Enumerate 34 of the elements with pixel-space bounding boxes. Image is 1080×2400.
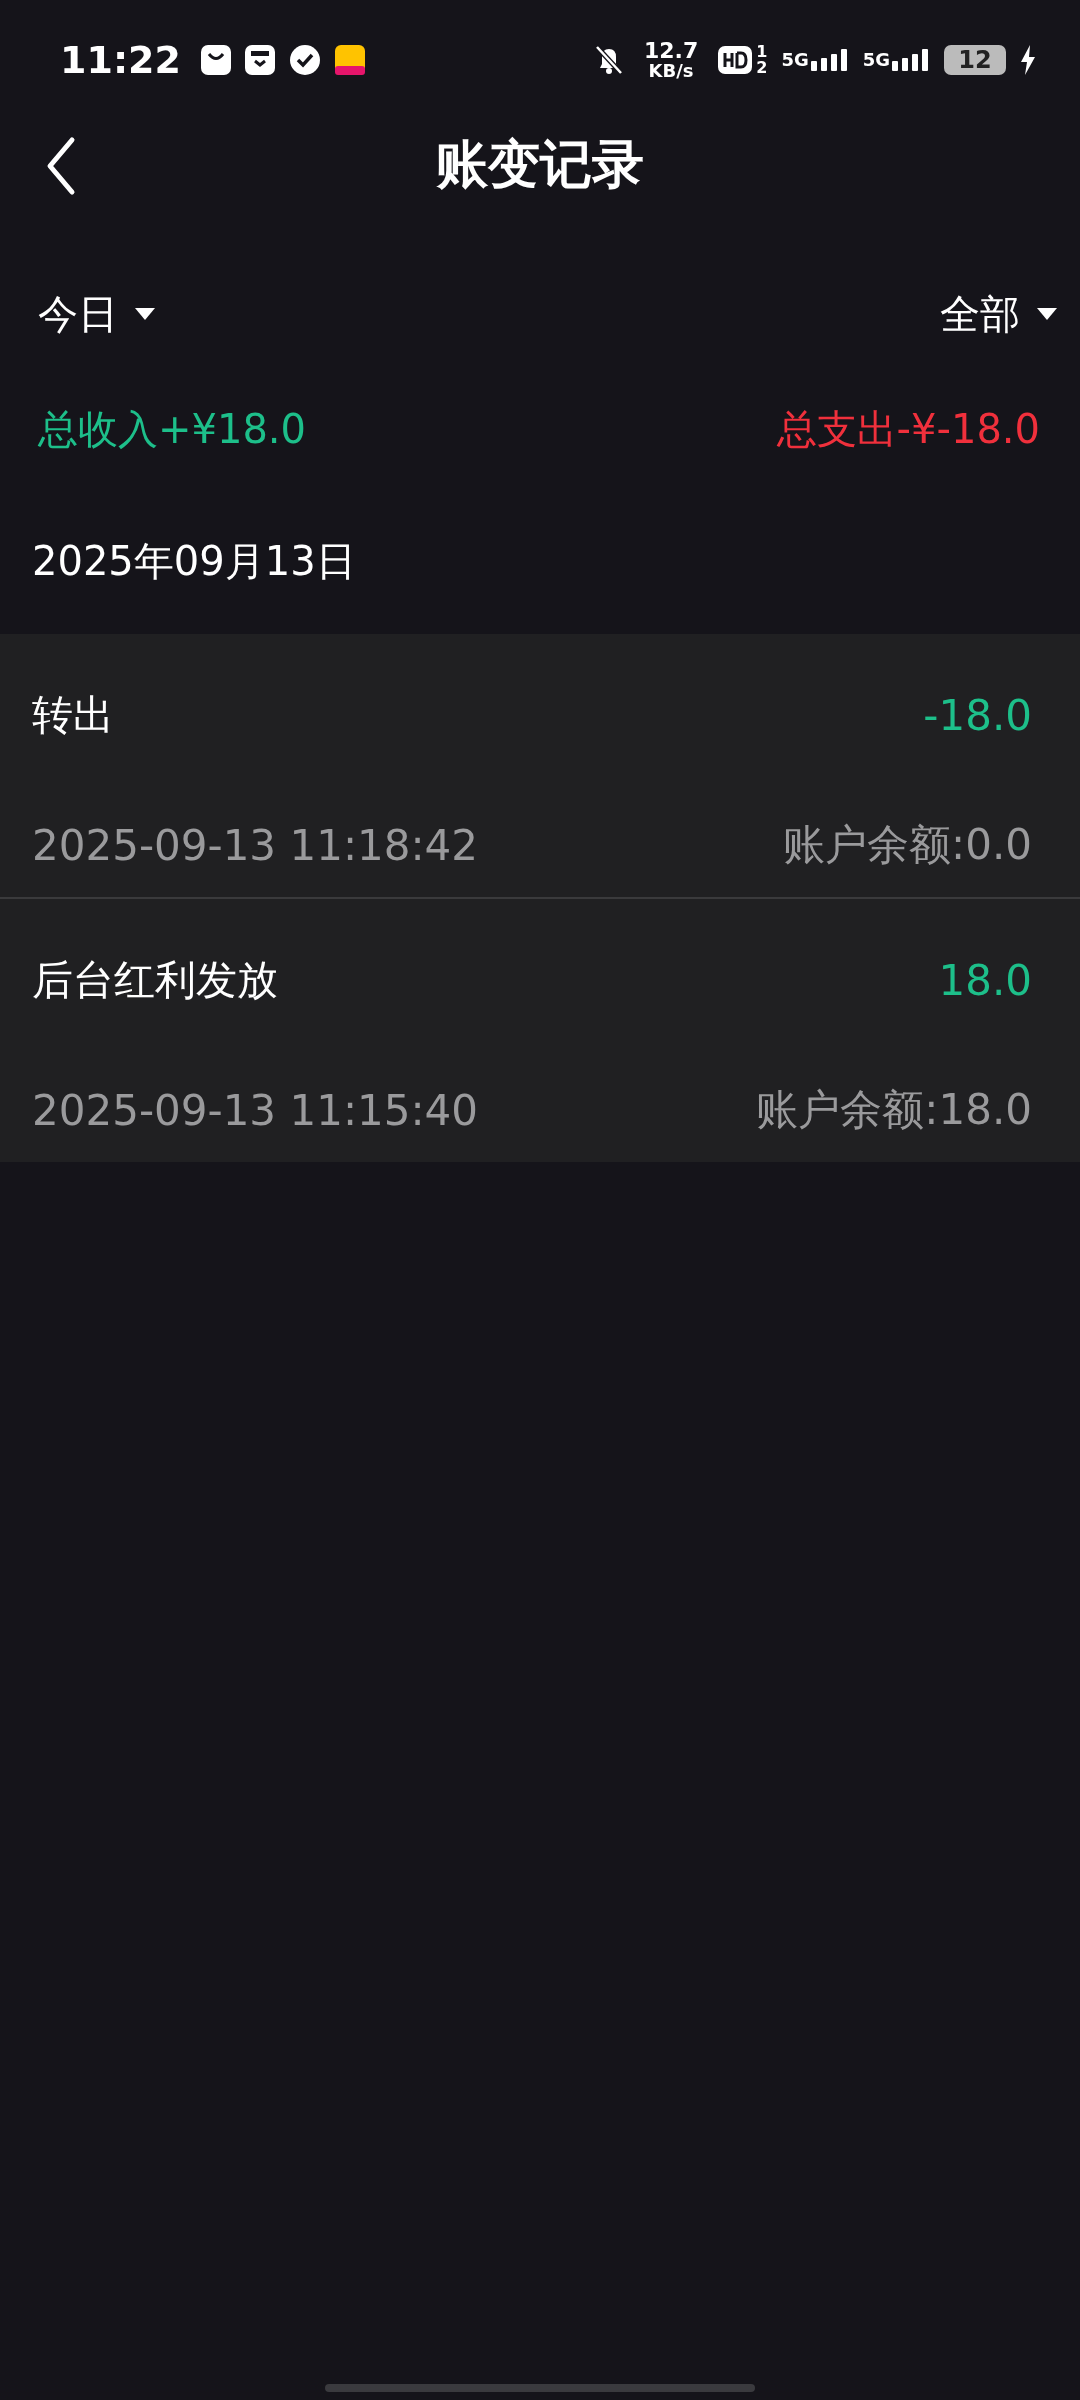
record-time: 2025-09-13 11:18:42 (32, 820, 479, 870)
app-icon (334, 45, 365, 75)
inbox-icon (244, 45, 275, 75)
signal-icon (892, 49, 930, 71)
check-icon (288, 44, 321, 76)
caret-icon (1036, 307, 1058, 321)
record-time: 2025-09-13 11:15:40 (32, 1085, 479, 1135)
caret-icon (134, 307, 156, 321)
network-speed: 12.7 (643, 40, 699, 62)
clock-time: 11:22 (60, 38, 181, 82)
record-row[interactable]: 后台红利发放 18.0 2025-09-13 11:15:40 账户余额:18.0 (0, 897, 1080, 1162)
page-title: 账变记录 (436, 133, 644, 196)
record-balance: 账户余额:18.0 (756, 1084, 1032, 1136)
date-heading: 2025年09月13日 (31, 536, 357, 586)
sim-number: 2 (756, 60, 768, 76)
record-amount: 18.0 (938, 956, 1032, 1005)
bag-icon (200, 45, 231, 75)
filter-dropdown[interactable]: 今日 (38, 286, 156, 342)
network-type: 5G (781, 49, 809, 70)
speed-unit: KB/s (648, 62, 694, 80)
record-title: 后台红利发放 (32, 955, 278, 1006)
network-type: 5G (862, 49, 890, 70)
record-row[interactable]: 转出 -18.0 2025-09-13 11:18:42 账户余额:0.0 (0, 634, 1080, 897)
filter-dropdown[interactable]: 全部 (940, 286, 1058, 342)
bell-off-icon (593, 44, 624, 76)
hd-icon (718, 46, 753, 74)
record-title: 转出 (32, 690, 114, 741)
signal-icon (810, 49, 849, 71)
sim-number: 1 (756, 44, 768, 60)
total-expense: 总支出-¥-18.0 (776, 404, 1040, 454)
total-income: 总收入+¥18.0 (38, 404, 307, 454)
battery-indicator: 12 (944, 45, 1006, 75)
record-balance: 账户余额:0.0 (783, 819, 1032, 871)
record-amount: -18.0 (923, 691, 1032, 740)
